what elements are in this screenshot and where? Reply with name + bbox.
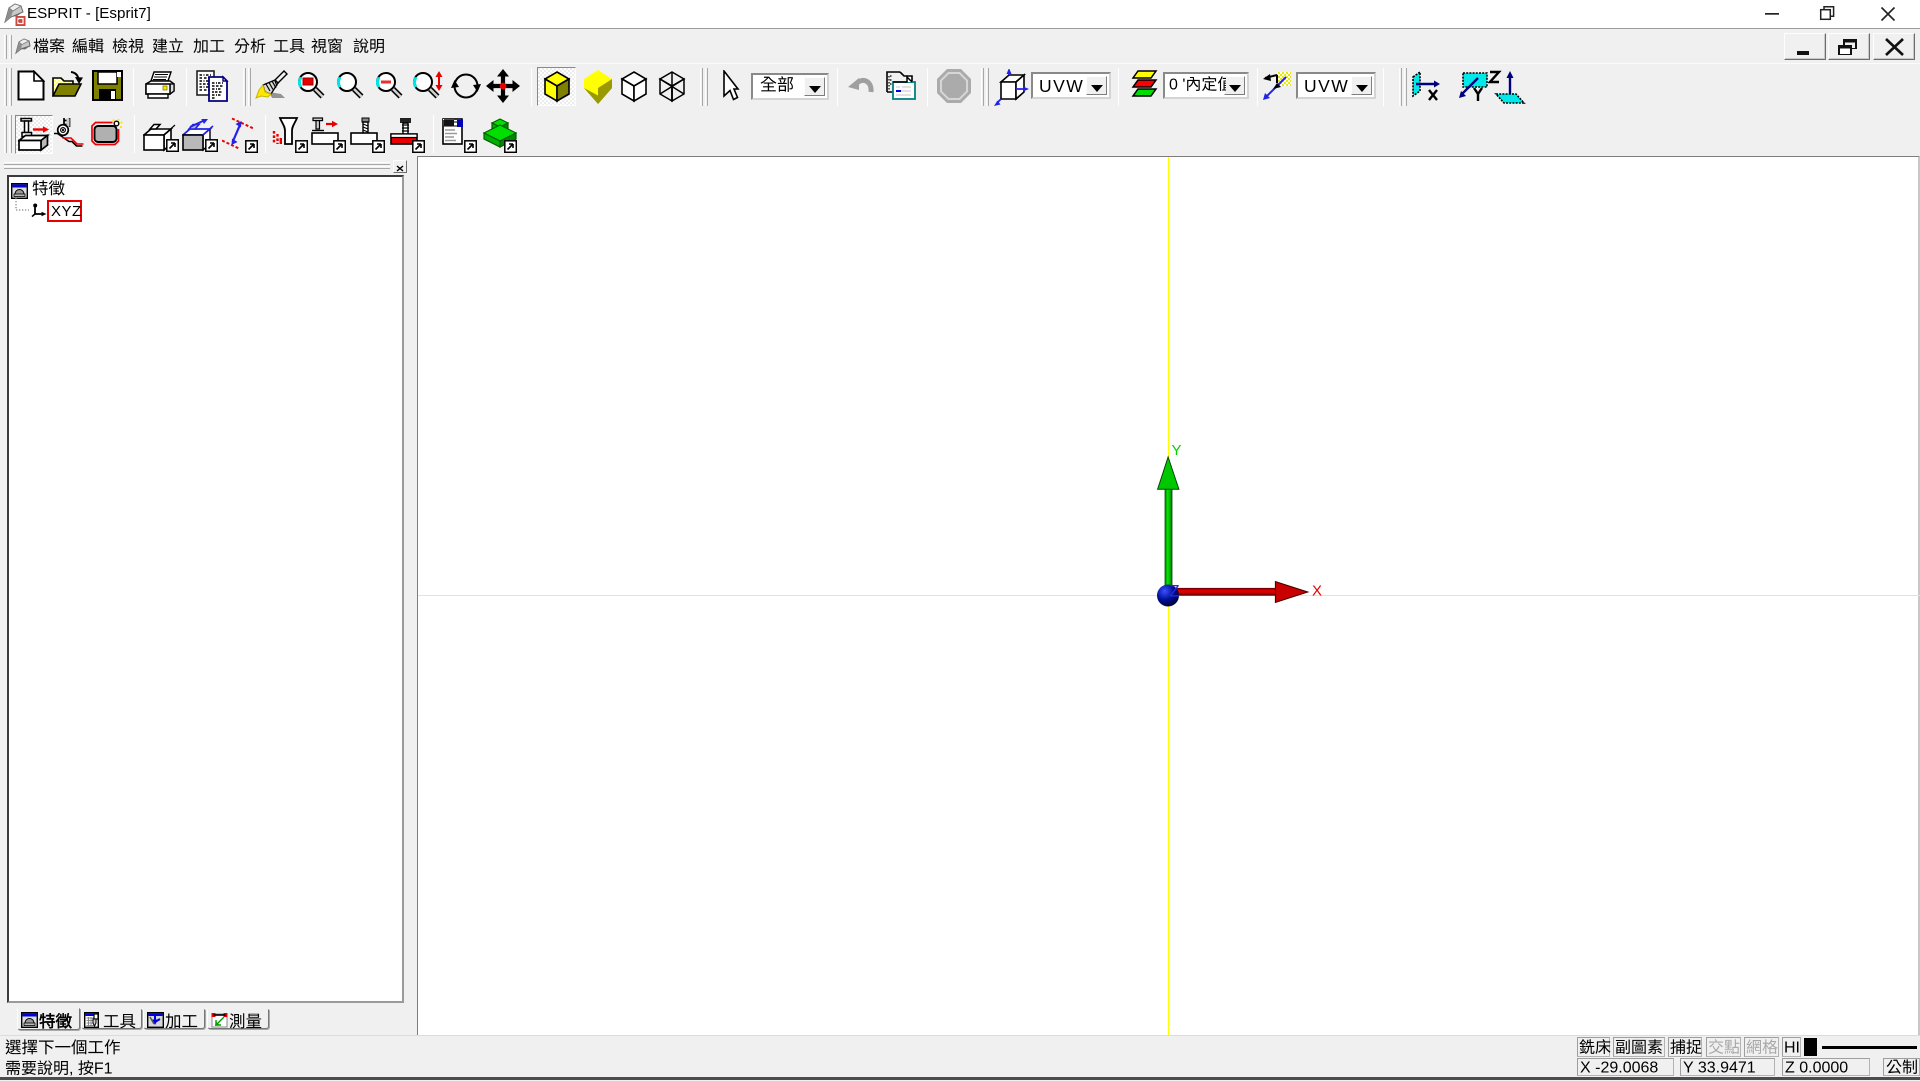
svg-text:HI: HI: [1784, 1040, 1800, 1057]
svg-text:X -29.0068: X -29.0068: [1580, 1060, 1658, 1077]
svg-text:Y 33.9471: Y 33.9471: [1683, 1060, 1756, 1077]
svg-text:X: X: [1312, 583, 1322, 600]
svg-text:Y: Y: [1172, 442, 1182, 459]
svg-text:0 ': 0 ': [1169, 77, 1185, 94]
svg-text:,: ,: [69, 1061, 73, 1078]
svg-text:F1: F1: [94, 1061, 113, 1078]
svg-text:Z 0.0000: Z 0.0000: [1785, 1060, 1848, 1077]
svg-text:Z: Z: [1170, 583, 1180, 601]
